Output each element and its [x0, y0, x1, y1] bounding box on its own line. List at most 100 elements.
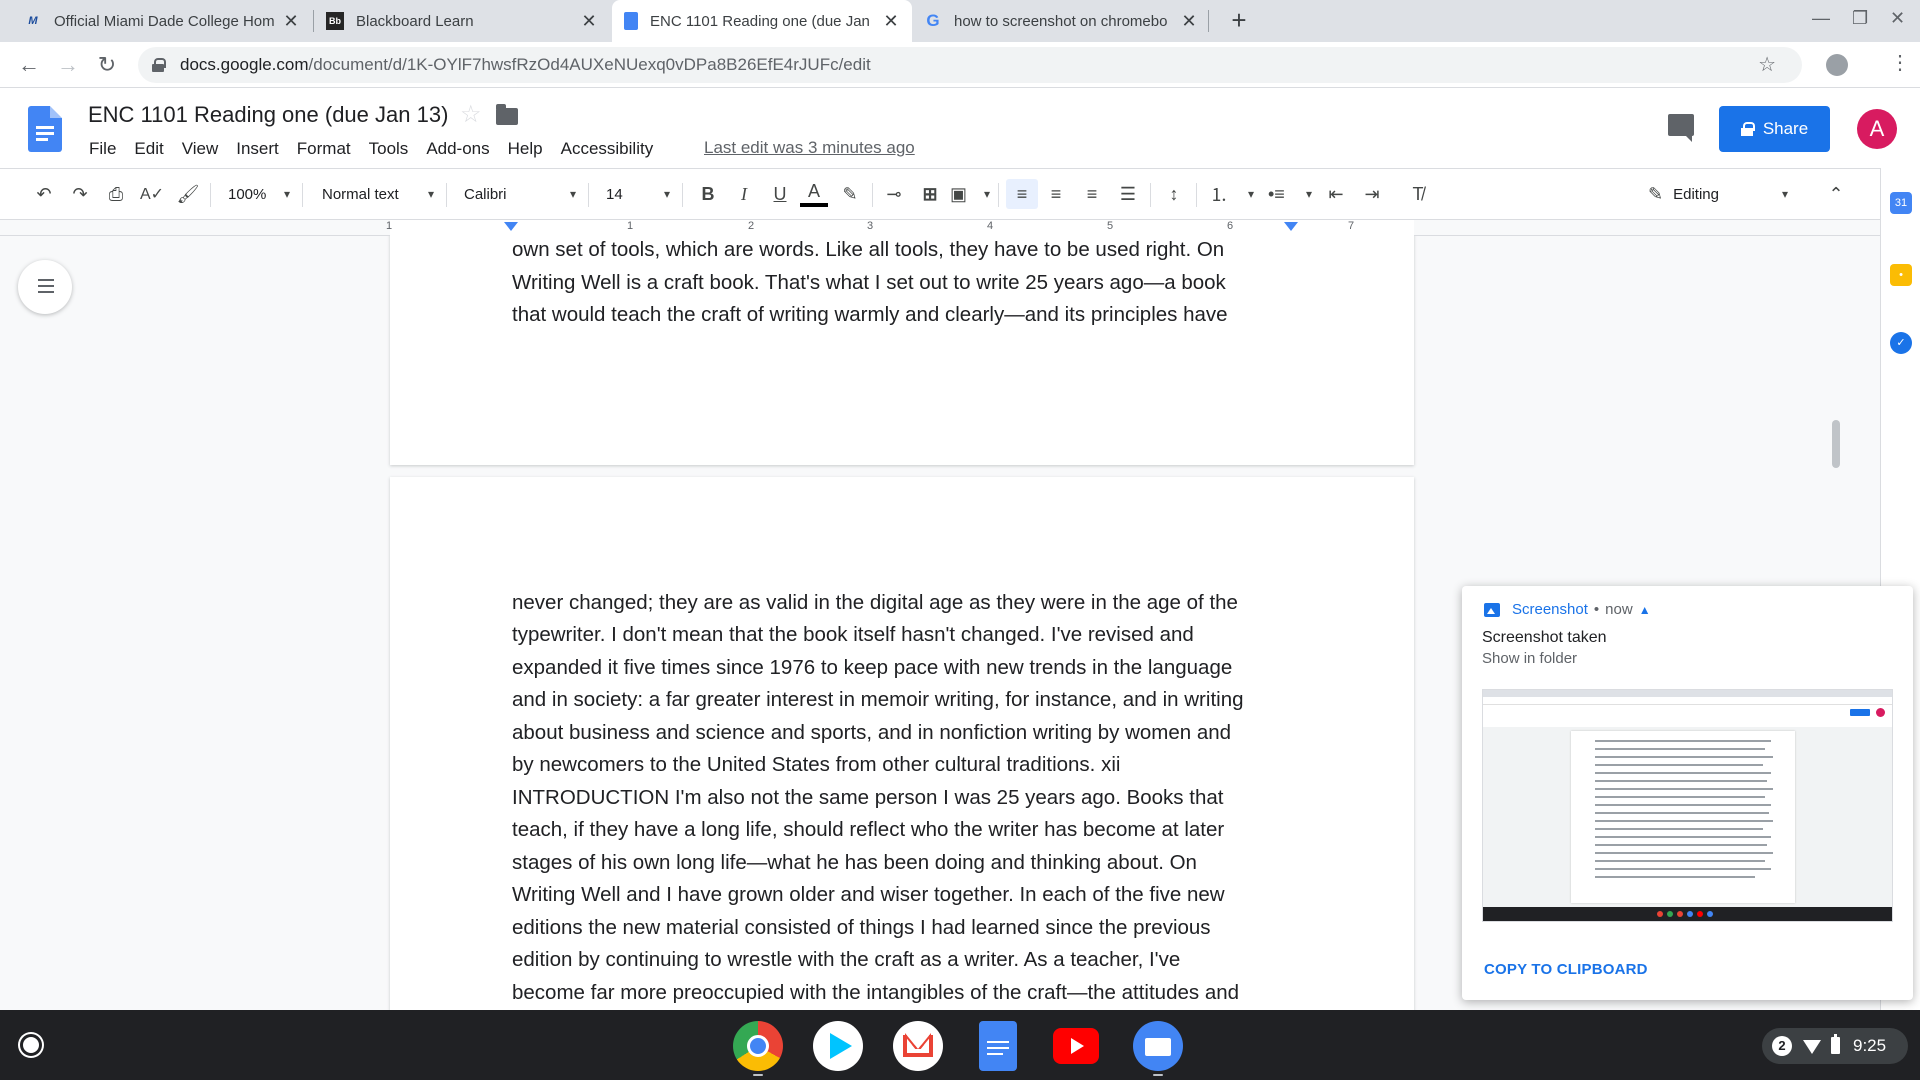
chromeos-shelf: 2 9:25: [0, 1010, 1920, 1080]
increase-indent-icon[interactable]: ⇥: [1358, 179, 1386, 209]
left-indent-marker[interactable]: [504, 222, 518, 231]
files-icon[interactable]: [1133, 1021, 1183, 1071]
star-icon[interactable]: ☆: [460, 100, 482, 129]
ruler-track: [390, 220, 1414, 236]
add-comment-icon[interactable]: ⊞: [916, 179, 944, 209]
style-select[interactable]: Normal text: [322, 179, 434, 209]
avatar[interactable]: A: [1857, 109, 1897, 149]
close-window-icon[interactable]: ✕: [1890, 8, 1905, 29]
docs-icon[interactable]: [979, 1021, 1017, 1071]
launcher-icon[interactable]: [20, 1034, 42, 1056]
calendar-icon[interactable]: 31: [1890, 192, 1912, 214]
new-tab-button[interactable]: +: [1222, 4, 1256, 38]
chevron-up-icon[interactable]: ▲: [1639, 603, 1651, 617]
extension-icon[interactable]: [1826, 54, 1848, 76]
folder-icon[interactable]: [496, 104, 518, 125]
show-in-folder-link[interactable]: Show in folder: [1482, 650, 1577, 667]
align-left-icon[interactable]: ≡: [1006, 179, 1038, 209]
italic-icon[interactable]: I: [730, 179, 758, 209]
ruler-number: 2: [748, 220, 755, 232]
menu-insert[interactable]: Insert: [227, 137, 288, 161]
paragraph-line: become far more preoccupied with the int…: [512, 981, 1240, 1004]
spellcheck-icon[interactable]: A✓: [138, 179, 166, 209]
bold-icon[interactable]: B: [694, 179, 722, 209]
tab-title: ENC 1101 Reading one (due Jan: [650, 12, 870, 30]
bookmark-star-icon[interactable]: ☆: [1758, 52, 1776, 77]
paragraph-line: never changed; they are as valid in the …: [512, 591, 1238, 614]
zoom-select[interactable]: 100%: [228, 179, 290, 209]
comment-history-icon[interactable]: [1668, 114, 1694, 142]
copy-to-clipboard-button[interactable]: COPY TO CLIPBOARD: [1484, 961, 1648, 978]
numbered-list-icon[interactable]: ⒈: [1210, 179, 1254, 209]
font-size-select[interactable]: 14: [606, 179, 670, 209]
document-title[interactable]: ENC 1101 Reading one (due Jan 13): [88, 102, 448, 128]
back-arrow-icon[interactable]: ←: [14, 50, 44, 80]
tab-blackboard[interactable]: Bb Blackboard Learn ✕: [314, 0, 610, 42]
insert-image-icon[interactable]: ▣: [950, 179, 990, 209]
keep-icon[interactable]: •: [1890, 264, 1912, 286]
clear-formatting-icon[interactable]: T̸: [1404, 179, 1432, 209]
paragraph-line: typewriter. I don't mean that the book i…: [512, 623, 1194, 646]
menu-view[interactable]: View: [173, 137, 228, 161]
font-select[interactable]: Calibri: [464, 179, 576, 209]
url-host: docs.google.com: [180, 55, 309, 74]
tab-miami-dade[interactable]: M Official Miami Dade College Hom ✕: [12, 0, 312, 42]
play-store-icon[interactable]: [813, 1021, 863, 1071]
screenshot-notification[interactable]: Screenshot • now ▲ Screenshot taken Show…: [1462, 586, 1913, 1000]
screenshot-thumbnail[interactable]: [1482, 689, 1893, 922]
right-indent-marker[interactable]: [1284, 222, 1298, 231]
lock-icon: [1740, 122, 1755, 136]
forward-arrow-icon[interactable]: →: [53, 50, 83, 80]
paragraph-line: expanded it five times since 1976 to kee…: [512, 656, 1233, 679]
system-tray[interactable]: 2 9:25: [1762, 1028, 1908, 1064]
menu-accessibility[interactable]: Accessibility: [552, 137, 663, 161]
text-color-icon[interactable]: A: [800, 179, 828, 207]
paint-format-icon[interactable]: 🖌: [174, 179, 202, 209]
reload-icon[interactable]: ↻: [92, 50, 122, 80]
minimize-icon[interactable]: —: [1812, 8, 1830, 29]
print-icon[interactable]: ⎙: [102, 179, 130, 209]
document-page[interactable]: own set of tools, which are words. Like …: [390, 236, 1414, 465]
menu-help[interactable]: Help: [499, 137, 552, 161]
link-icon[interactable]: ⊸: [880, 179, 908, 209]
document-outline-button[interactable]: [18, 260, 72, 314]
docs-logo-icon[interactable]: [28, 106, 62, 152]
close-tab-icon[interactable]: ✕: [882, 11, 900, 32]
paragraph-line: that would teach the craft of writing wa…: [512, 303, 1228, 326]
undo-icon[interactable]: ↶: [30, 179, 58, 209]
tab-google-search[interactable]: G how to screenshot on chromebo ✕: [912, 0, 1210, 42]
decrease-indent-icon[interactable]: ⇤: [1322, 179, 1350, 209]
redo-icon[interactable]: ↷: [66, 179, 94, 209]
menu-add-ons[interactable]: Add-ons: [417, 137, 498, 161]
close-tab-icon[interactable]: ✕: [1180, 11, 1198, 32]
close-tab-icon[interactable]: ✕: [282, 11, 300, 32]
youtube-icon[interactable]: [1053, 1028, 1099, 1064]
menu-file[interactable]: File: [80, 137, 125, 161]
gmail-icon[interactable]: [893, 1021, 943, 1071]
bulleted-list-icon[interactable]: •≡: [1268, 179, 1312, 209]
restore-icon[interactable]: ❐: [1852, 8, 1868, 29]
justify-icon[interactable]: ☰: [1114, 179, 1142, 209]
align-right-icon[interactable]: ≡: [1078, 179, 1106, 209]
document-page[interactable]: never changed; they are as valid in the …: [390, 477, 1414, 1010]
menu-format[interactable]: Format: [288, 137, 360, 161]
google-g-icon: G: [926, 11, 940, 30]
menu-tools[interactable]: Tools: [360, 137, 418, 161]
close-tab-icon[interactable]: ✕: [580, 11, 598, 32]
chrome-icon[interactable]: [733, 1021, 783, 1071]
line-spacing-icon[interactable]: ↕: [1160, 179, 1188, 209]
tab-enc-1101[interactable]: ENC 1101 Reading one (due Jan ✕: [612, 0, 912, 42]
editing-mode-select[interactable]: ✎ Editing: [1648, 179, 1788, 209]
highlight-icon[interactable]: ✎: [836, 179, 864, 209]
last-edit-link[interactable]: Last edit was 3 minutes ago: [704, 138, 915, 158]
underline-icon[interactable]: U: [766, 179, 794, 209]
pencil-icon: ✎: [1648, 183, 1664, 204]
browser-menu-icon[interactable]: ⋮: [1890, 50, 1910, 75]
url-omnibox[interactable]: docs.google.com/document/d/1K-OYlF7hwsfR…: [138, 47, 1802, 83]
align-center-icon[interactable]: ≡: [1042, 179, 1070, 209]
scrollbar-thumb[interactable]: [1832, 420, 1840, 468]
tasks-icon[interactable]: ✓: [1890, 332, 1912, 354]
share-button[interactable]: Share: [1719, 106, 1830, 152]
collapse-menu-icon[interactable]: ⌃: [1822, 179, 1850, 209]
menu-edit[interactable]: Edit: [125, 137, 172, 161]
